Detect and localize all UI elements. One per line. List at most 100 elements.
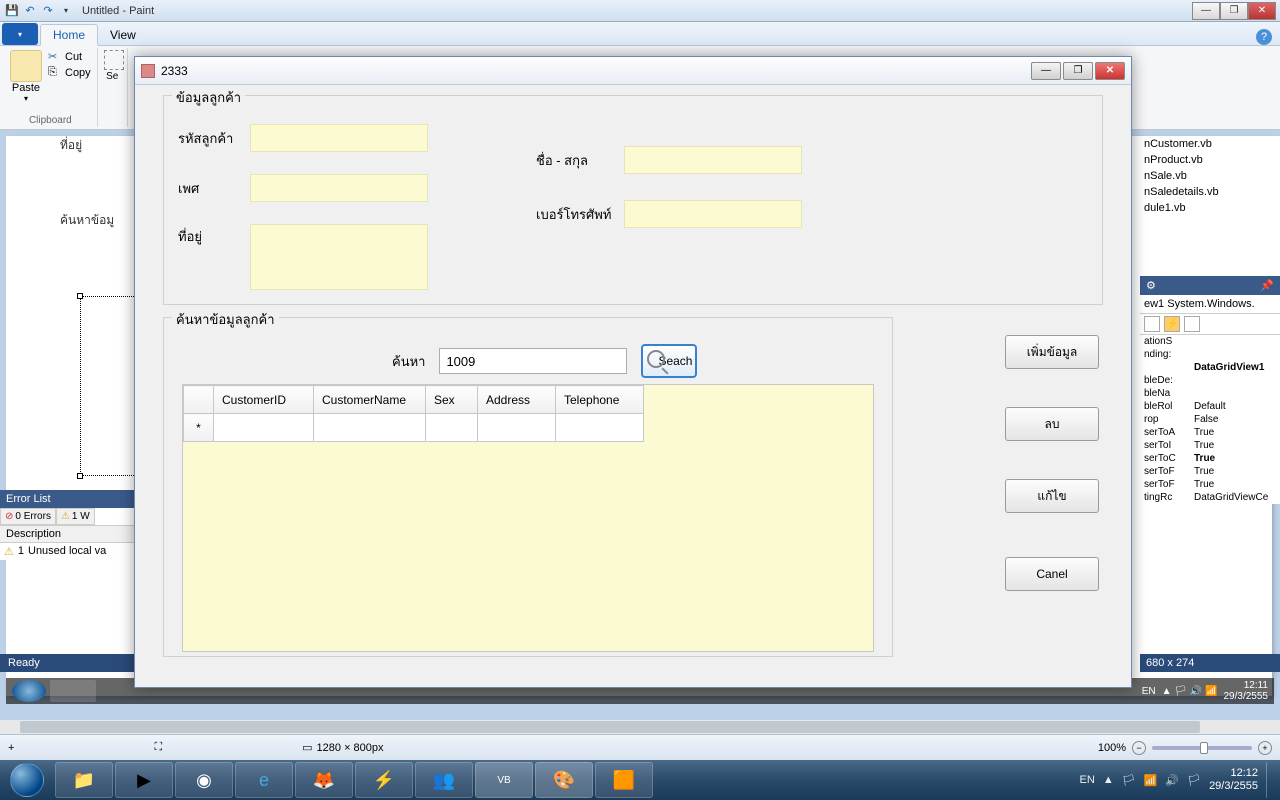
paint-titlebar[interactable]: 💾 ↶ ↷ ▾ Untitled - Paint — ❐ ✕ xyxy=(0,0,1280,22)
grid-cell[interactable] xyxy=(478,414,556,442)
property-row[interactable]: bleNa xyxy=(1140,387,1280,400)
input-telephone[interactable] xyxy=(624,200,802,228)
properties-object-name[interactable]: ew1 System.Windows. xyxy=(1140,295,1280,314)
grid-col-sex[interactable]: Sex xyxy=(426,386,478,414)
input-sex[interactable] xyxy=(250,174,428,202)
grid-col-customername[interactable]: CustomerName xyxy=(314,386,426,414)
system-clock[interactable]: 12:12 29/3/2555 xyxy=(1209,767,1258,793)
maximize-button[interactable]: ❐ xyxy=(1220,2,1248,20)
cancel-button[interactable]: Canel xyxy=(1005,557,1099,591)
horizontal-scrollbar[interactable] xyxy=(0,720,1266,734)
start-button[interactable] xyxy=(0,760,54,800)
props-icon[interactable] xyxy=(1184,316,1200,332)
zoom-out-button[interactable]: − xyxy=(1132,741,1146,755)
add-button[interactable]: เพิ่มข้อมูล xyxy=(1005,335,1099,369)
property-row[interactable]: tingRcDataGridViewCe xyxy=(1140,491,1280,504)
errors-filter[interactable]: ⊘0 Errors xyxy=(0,508,56,525)
grid-cell[interactable] xyxy=(556,414,644,442)
help-icon[interactable]: ? xyxy=(1256,29,1272,45)
alpha-icon[interactable]: ⚡ xyxy=(1164,316,1180,332)
grid-cell[interactable] xyxy=(426,414,478,442)
selection-handle[interactable] xyxy=(77,473,83,479)
language-indicator[interactable]: EN xyxy=(1080,774,1095,786)
property-row[interactable]: nding: xyxy=(1140,348,1280,361)
customer-data-grid[interactable]: CustomerID CustomerName Sex Address Tele… xyxy=(183,385,644,442)
dialog-titlebar[interactable]: 2333 — ❐ ✕ xyxy=(135,57,1131,85)
property-row[interactable]: bleDe: xyxy=(1140,374,1280,387)
property-row[interactable]: serToCTrue xyxy=(1140,452,1280,465)
tab-view[interactable]: View xyxy=(98,25,148,45)
paste-label: Paste xyxy=(12,82,40,94)
file-item[interactable]: nCustomer.vb xyxy=(1140,136,1280,152)
grid-new-row[interactable]: * xyxy=(184,414,644,442)
scrollbar-thumb[interactable] xyxy=(20,721,1200,733)
property-row[interactable]: ropFalse xyxy=(1140,413,1280,426)
taskbar-paint[interactable]: 🎨 xyxy=(535,762,593,798)
input-customer-id[interactable] xyxy=(250,124,428,152)
taskbar-ie[interactable]: e xyxy=(235,762,293,798)
property-row[interactable]: serToITrue xyxy=(1140,439,1280,452)
taskbar-winamp[interactable]: ⚡ xyxy=(355,762,413,798)
dialog-maximize-button[interactable]: ❐ xyxy=(1063,62,1093,80)
file-item[interactable]: nSale.vb xyxy=(1140,168,1280,184)
taskbar-chrome[interactable]: ◉ xyxy=(175,762,233,798)
edit-button[interactable]: แก้ไข xyxy=(1005,479,1099,513)
search-button[interactable]: Seach xyxy=(641,344,697,378)
property-row[interactable]: serToFTrue xyxy=(1140,478,1280,491)
input-address[interactable] xyxy=(250,224,428,290)
show-desktop-button[interactable] xyxy=(1266,762,1274,798)
qat-dropdown-icon[interactable]: ▾ xyxy=(58,3,74,19)
paste-dropdown-icon[interactable]: ▾ xyxy=(24,94,28,103)
taskbar-firefox[interactable]: 🦊 xyxy=(295,762,353,798)
pin-icon[interactable]: 📌 xyxy=(1260,279,1274,292)
taskbar-msn[interactable]: 👥 xyxy=(415,762,473,798)
property-row[interactable]: serToATrue xyxy=(1140,426,1280,439)
zoom-in-button[interactable]: + xyxy=(1258,741,1272,755)
property-row[interactable]: bleRolDefault xyxy=(1140,400,1280,413)
paste-button[interactable]: Paste ▾ xyxy=(10,50,42,125)
tray-up-icon[interactable]: ▲ xyxy=(1103,774,1114,786)
property-row[interactable]: DataGridView1 xyxy=(1140,361,1280,374)
zoom-slider-thumb[interactable] xyxy=(1200,742,1208,754)
property-row[interactable]: serToFTrue xyxy=(1140,465,1280,478)
grid-cell[interactable] xyxy=(314,414,426,442)
grid-col-address[interactable]: Address xyxy=(478,386,556,414)
grid-col-customerid[interactable]: CustomerID xyxy=(214,386,314,414)
property-row[interactable]: ationS xyxy=(1140,335,1280,348)
save-icon[interactable]: 💾 xyxy=(4,3,20,19)
select-button[interactable]: Se xyxy=(104,50,121,82)
tab-home[interactable]: Home xyxy=(40,24,98,46)
tray-flag-icon[interactable]: 🏳 xyxy=(1122,774,1136,787)
redo-icon[interactable]: ↷ xyxy=(40,3,56,19)
input-name[interactable] xyxy=(624,146,802,174)
grid-corner-header[interactable] xyxy=(184,386,214,414)
undo-icon[interactable]: ↶ xyxy=(22,3,38,19)
taskbar-explorer[interactable]: 📁 xyxy=(55,762,113,798)
categorize-icon[interactable] xyxy=(1144,316,1160,332)
file-menu-button[interactable]: ▾ xyxy=(2,23,38,45)
tray-network-icon[interactable]: 📶 xyxy=(1144,774,1158,787)
error-list-row[interactable]: ⚠ 1 Unused local va xyxy=(0,543,150,560)
copy-button[interactable]: ⎘Copy xyxy=(48,66,91,80)
taskbar-app[interactable]: 🟧 xyxy=(595,762,653,798)
file-item[interactable]: nProduct.vb xyxy=(1140,152,1280,168)
selection-handle[interactable] xyxy=(77,293,83,299)
taskbar-vb[interactable]: VB xyxy=(475,762,533,798)
warnings-filter[interactable]: ⚠1 W xyxy=(56,508,95,525)
minimize-button[interactable]: — xyxy=(1192,2,1220,20)
windows-taskbar[interactable]: 📁 ▶ ◉ e 🦊 ⚡ 👥 VB 🎨 🟧 EN ▲ 🏳 📶 🔊 🏳 12:12 … xyxy=(0,760,1280,800)
search-input[interactable] xyxy=(439,348,627,374)
dialog-minimize-button[interactable]: — xyxy=(1031,62,1061,80)
grid-cell[interactable] xyxy=(214,414,314,442)
grid-col-telephone[interactable]: Telephone xyxy=(556,386,644,414)
cut-button[interactable]: ✂Cut xyxy=(48,50,91,64)
file-item[interactable]: dule1.vb xyxy=(1140,200,1280,216)
tray-action-icon[interactable]: 🏳 xyxy=(1187,774,1201,787)
taskbar-mediaplayer[interactable]: ▶ xyxy=(115,762,173,798)
tray-volume-icon[interactable]: 🔊 xyxy=(1165,774,1179,787)
delete-button[interactable]: ลบ xyxy=(1005,407,1099,441)
file-item[interactable]: nSaledetails.vb xyxy=(1140,184,1280,200)
dialog-close-button[interactable]: ✕ xyxy=(1095,62,1125,80)
close-button[interactable]: ✕ xyxy=(1248,2,1276,20)
zoom-slider[interactable] xyxy=(1152,746,1252,750)
